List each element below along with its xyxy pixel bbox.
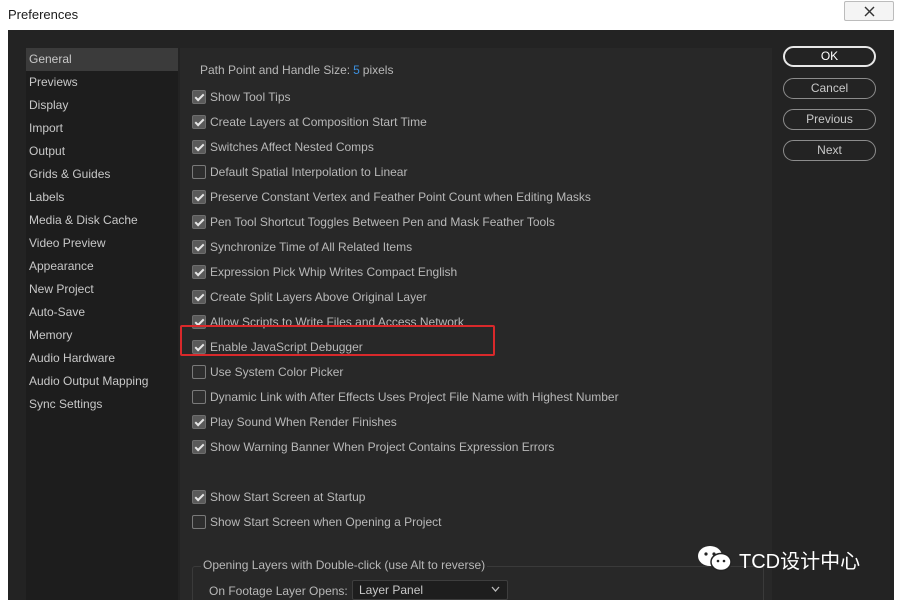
checkbox[interactable] bbox=[192, 390, 206, 404]
checkbox[interactable] bbox=[192, 190, 206, 204]
previous-button[interactable]: Previous bbox=[783, 109, 876, 130]
path-point-size-unit: pixels bbox=[362, 63, 394, 77]
sidebar-item-audio-hardware[interactable]: Audio Hardware bbox=[26, 347, 178, 370]
checkbox[interactable] bbox=[192, 90, 206, 104]
sidebar-item-appearance[interactable]: Appearance bbox=[26, 255, 178, 278]
checkbox[interactable] bbox=[192, 490, 206, 504]
sidebar-item-general[interactable]: General bbox=[26, 48, 178, 71]
option-label: Switches Affect Nested Comps bbox=[210, 140, 374, 154]
sidebar-item-media-disk-cache[interactable]: Media & Disk Cache bbox=[26, 209, 178, 232]
option-pen-tool-shortcut[interactable]: Pen Tool Shortcut Toggles Between Pen an… bbox=[192, 213, 555, 231]
sidebar-item-memory[interactable]: Memory bbox=[26, 324, 178, 347]
option-label: Create Split Layers Above Original Layer bbox=[210, 290, 427, 304]
checkbox[interactable] bbox=[192, 515, 206, 529]
option-dynamic-link-project-name[interactable]: Dynamic Link with After Effects Uses Pro… bbox=[192, 388, 619, 406]
option-create-layers-at-start-time[interactable]: Create Layers at Composition Start Time bbox=[192, 113, 427, 131]
checkbox[interactable] bbox=[192, 115, 206, 129]
sidebar-item-labels[interactable]: Labels bbox=[26, 186, 178, 209]
sidebar-item-import[interactable]: Import bbox=[26, 117, 178, 140]
option-label: Synchronize Time of All Related Items bbox=[210, 240, 413, 254]
option-preserve-vertex-count[interactable]: Preserve Constant Vertex and Feather Poi… bbox=[192, 188, 591, 206]
sidebar-item-video-preview[interactable]: Video Preview bbox=[26, 232, 178, 255]
checkbox[interactable] bbox=[192, 265, 206, 279]
path-point-size-value[interactable]: 5 bbox=[353, 63, 360, 77]
double-click-group-legend: Opening Layers with Double-click (use Al… bbox=[201, 558, 488, 572]
option-show-start-screen-opening[interactable]: Show Start Screen when Opening a Project bbox=[192, 513, 441, 531]
sidebar-item-output[interactable]: Output bbox=[26, 140, 178, 163]
footage-layer-select-value: Layer Panel bbox=[359, 583, 424, 597]
sidebar-item-display[interactable]: Display bbox=[26, 94, 178, 117]
general-settings-panel: Path Point and Handle Size: 5 pixels Show … bbox=[180, 48, 772, 600]
checkbox[interactable] bbox=[192, 440, 206, 454]
sidebar-item-grids-guides[interactable]: Grids & Guides bbox=[26, 163, 178, 186]
watermark-text: TCD设计中心 bbox=[739, 550, 861, 573]
close-button[interactable] bbox=[844, 1, 894, 21]
footage-layer-select[interactable]: Layer Panel bbox=[352, 580, 508, 600]
option-show-tool-tips[interactable]: Show Tool Tips bbox=[192, 88, 291, 106]
option-label: Pen Tool Shortcut Toggles Between Pen an… bbox=[210, 215, 555, 229]
sidebar-item-auto-save[interactable]: Auto-Save bbox=[26, 301, 178, 324]
option-default-spatial-interpolation[interactable]: Default Spatial Interpolation to Linear bbox=[192, 163, 407, 181]
close-icon bbox=[864, 6, 875, 17]
checkbox[interactable] bbox=[192, 140, 206, 154]
option-show-start-screen[interactable]: Show Start Screen at Startup bbox=[192, 488, 365, 506]
path-point-size-label: Path Point and Handle Size: bbox=[200, 63, 351, 77]
category-sidebar: General Previews Display Import Output G… bbox=[26, 48, 178, 600]
sidebar-item-sync-settings[interactable]: Sync Settings bbox=[26, 393, 178, 416]
option-label: Default Spatial Interpolation to Linear bbox=[210, 165, 408, 179]
sidebar-item-previews[interactable]: Previews bbox=[26, 71, 178, 94]
footage-layer-label: On Footage Layer Opens: bbox=[209, 584, 348, 598]
title-bar: Preferences bbox=[0, 0, 900, 30]
chevron-down-icon bbox=[491, 586, 500, 592]
option-label: Show Tool Tips bbox=[210, 90, 291, 104]
checkbox[interactable] bbox=[192, 240, 206, 254]
checkbox[interactable] bbox=[192, 340, 206, 354]
checkbox[interactable] bbox=[192, 215, 206, 229]
checkbox[interactable] bbox=[192, 165, 206, 179]
sidebar-item-new-project[interactable]: New Project bbox=[26, 278, 178, 301]
window-title: Preferences bbox=[8, 7, 79, 22]
option-create-split-layers[interactable]: Create Split Layers Above Original Layer bbox=[192, 288, 427, 306]
option-label: Create Layers at Composition Start Time bbox=[210, 115, 427, 129]
watermark: TCD设计中心 bbox=[697, 544, 860, 574]
sidebar-item-audio-output-mapping[interactable]: Audio Output Mapping bbox=[26, 370, 178, 393]
option-label: Show Start Screen at Startup bbox=[210, 490, 366, 504]
option-label: Show Warning Banner When Project Contain… bbox=[210, 440, 555, 454]
option-label: Show Start Screen when Opening a Project bbox=[210, 515, 442, 529]
checkbox[interactable] bbox=[192, 415, 206, 429]
cancel-button[interactable]: Cancel bbox=[783, 78, 876, 99]
option-enable-javascript-debugger[interactable]: Enable JavaScript Debugger bbox=[192, 338, 363, 356]
option-label: Dynamic Link with After Effects Uses Pro… bbox=[210, 390, 619, 404]
checkbox[interactable] bbox=[192, 290, 206, 304]
option-label: Expression Pick Whip Writes Compact Engl… bbox=[210, 265, 458, 279]
path-point-size-setting: Path Point and Handle Size: 5 pixels bbox=[200, 63, 393, 77]
option-label: Play Sound When Render Finishes bbox=[210, 415, 397, 429]
checkbox[interactable] bbox=[192, 365, 206, 379]
option-synchronize-time[interactable]: Synchronize Time of All Related Items bbox=[192, 238, 412, 256]
option-play-sound-render[interactable]: Play Sound When Render Finishes bbox=[192, 413, 397, 431]
option-show-warning-banner[interactable]: Show Warning Banner When Project Contain… bbox=[192, 438, 554, 456]
option-label: Preserve Constant Vertex and Feather Poi… bbox=[210, 190, 591, 204]
option-label: Enable JavaScript Debugger bbox=[210, 340, 363, 354]
option-switches-affect-nested-comps[interactable]: Switches Affect Nested Comps bbox=[192, 138, 374, 156]
preferences-dialog: General Previews Display Import Output G… bbox=[8, 30, 894, 600]
ok-button[interactable]: OK bbox=[783, 46, 876, 67]
option-expression-pick-whip[interactable]: Expression Pick Whip Writes Compact Engl… bbox=[192, 263, 457, 281]
option-label: Use System Color Picker bbox=[210, 365, 344, 379]
option-use-system-color-picker[interactable]: Use System Color Picker bbox=[192, 363, 343, 381]
wechat-icon bbox=[698, 546, 732, 572]
next-button[interactable]: Next bbox=[783, 140, 876, 161]
